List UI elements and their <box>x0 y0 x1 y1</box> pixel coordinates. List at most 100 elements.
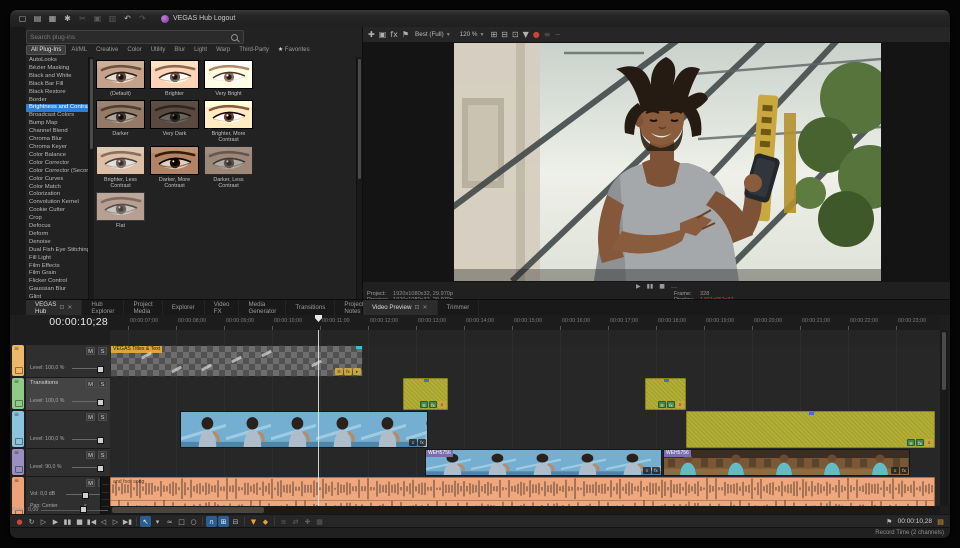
plugin-item-flicker-control[interactable]: Flicker Control <box>26 278 88 286</box>
redo-icon[interactable]: ↷ <box>136 13 149 25</box>
preview-transport-button-2[interactable]: ■ <box>659 283 665 290</box>
preset-item-brighter-more-contrast[interactable]: Brighter, More Contrast <box>204 100 256 143</box>
copy-icon[interactable]: ▣ <box>91 13 104 25</box>
track-lane-2[interactable] <box>110 378 940 412</box>
playhead-handle[interactable] <box>315 315 322 322</box>
loop-playback-button[interactable]: ↻ <box>26 516 37 527</box>
slider-handle[interactable] <box>97 399 104 406</box>
clip-badge-icon[interactable]: fx <box>344 368 352 375</box>
clip-badge-icon[interactable]: ≡ <box>925 439 933 446</box>
timeline-clip-4[interactable]: ≋fx≡ <box>686 411 935 448</box>
plugin-item-color-corrector[interactable]: Color Corrector <box>26 160 88 168</box>
plugin-item-chroma-keyer[interactable]: Chroma Keyer <box>26 144 88 152</box>
preset-item-darker-less-contrast[interactable]: Darker, Less Contrast <box>204 146 256 189</box>
plugin-item-colorization[interactable]: Colorization <box>26 191 88 199</box>
timeline-clip-7[interactable]: and foot song <box>110 477 935 506</box>
options-icon[interactable]: − <box>554 30 561 40</box>
preset-item-darker[interactable]: Darker <box>96 100 148 143</box>
timeline-clip-6[interactable]: WEH5756≡fx <box>663 449 910 476</box>
fx-tab-ai-ml[interactable]: AI/ML <box>67 46 91 54</box>
scrollbar-thumb[interactable] <box>112 507 264 513</box>
solo-button[interactable]: S <box>98 413 107 421</box>
dock-tab-trimmer[interactable]: Trimmer <box>438 300 480 315</box>
clip-badge-icon[interactable]: fx <box>652 467 660 474</box>
paste-icon[interactable]: ▥ <box>106 13 119 25</box>
track-level-slider[interactable] <box>72 467 104 468</box>
edit-tool-dropdown[interactable]: ▾ <box>152 516 163 527</box>
clip-badge-icon[interactable]: ≡ <box>643 467 651 474</box>
dock-close-icon[interactable]: ✕ <box>67 304 72 311</box>
fx-tab-warp[interactable]: Warp <box>212 46 234 54</box>
project-properties-icon[interactable]: ✱ <box>61 13 74 25</box>
clip-badge-icon[interactable]: fx <box>429 401 437 408</box>
external-monitor-icon[interactable]: ▣ <box>379 30 387 40</box>
clip-badge-icon[interactable]: fx <box>900 467 908 474</box>
plugin-item-deform[interactable]: Deform <box>26 231 88 239</box>
plugin-item-color-curves[interactable]: Color Curves <box>26 176 88 184</box>
solo-button[interactable]: S <box>98 347 107 355</box>
plugin-item-channel-blend[interactable]: Channel Blend <box>26 128 88 136</box>
mute-button[interactable]: M <box>86 347 95 355</box>
mute-button[interactable]: M <box>86 479 95 487</box>
crossfade-button[interactable]: ⇄ <box>290 516 301 527</box>
fx-tab-light[interactable]: Light <box>190 46 211 54</box>
preview-quality-dropdown[interactable]: Best (Full)▼ <box>412 31 454 38</box>
timeline-clip-0[interactable]: VEGAS Titles & Text≋fx▸ <box>110 345 363 377</box>
plugin-item-film-effects[interactable]: Film Effects <box>26 263 88 271</box>
plugin-item-gaussian-blur[interactable]: Gaussian Blur <box>26 286 88 294</box>
undo-icon[interactable]: ↶ <box>121 13 134 25</box>
fx-tab-creative[interactable]: Creative <box>92 46 122 54</box>
open-project-icon[interactable]: ▤ <box>31 13 44 25</box>
pause-button[interactable]: ▮▮ <box>62 516 73 527</box>
timeline-horizontal-scrollbar[interactable] <box>110 506 940 514</box>
slider-handle[interactable] <box>97 465 104 472</box>
plugin-item-film-grain[interactable]: Film Grain <box>26 270 88 278</box>
track-volume-slider[interactable] <box>66 494 102 495</box>
go-to-end-button[interactable]: ▶▮ <box>122 516 133 527</box>
clip-badge-icon[interactable]: ≡ <box>409 439 417 446</box>
timeline-lanes[interactable]: VEGAS Titles & Text≋fx▸≋fx≡≋fx≡≡fx≋fx≡WE… <box>110 330 940 506</box>
record-button[interactable]: ● <box>14 516 25 527</box>
plugin-item-border[interactable]: Border <box>26 97 88 105</box>
clip-badge-icon[interactable]: ▸ <box>353 368 361 375</box>
track-level-slider[interactable] <box>72 439 104 440</box>
detail-view-button[interactable]: ▦ <box>314 516 325 527</box>
clip-badge-icon[interactable]: ≡ <box>676 401 684 408</box>
dock-tab-media-generator[interactable]: Media Generator <box>239 300 286 315</box>
dock-tab-project-media[interactable]: Project Media <box>124 300 162 315</box>
dock-tab-explorer[interactable]: Explorer <box>163 300 205 315</box>
plugin-list-scrollbar[interactable] <box>88 57 94 300</box>
fx-tab-color[interactable]: Color <box>123 46 145 54</box>
plugin-item-black-and-white[interactable]: Black and White <box>26 73 88 81</box>
dock-tab-video-fx[interactable]: Video FX <box>205 300 240 315</box>
next-frame-button[interactable]: ▷ <box>110 516 121 527</box>
grid-overlay-icon[interactable]: ⊞ <box>490 30 497 40</box>
preset-item-very-bright[interactable]: Very Bright <box>204 60 256 97</box>
slider-handle[interactable] <box>97 437 104 444</box>
mute-button[interactable]: M <box>86 451 95 459</box>
insert-marker-button[interactable]: ▼ <box>248 516 259 527</box>
plugin-item-bump-map[interactable]: Bump Map <box>26 120 88 128</box>
save-snapshot-icon[interactable]: ▼ <box>523 30 529 40</box>
timeline-clip-1[interactable]: ≋fx≡ <box>403 378 448 410</box>
clip-badge-icon[interactable]: fx <box>916 439 924 446</box>
search-input[interactable] <box>27 34 231 41</box>
plugin-item-color-balance[interactable]: Color Balance <box>26 152 88 160</box>
mixer-button[interactable]: ≡ <box>278 516 289 527</box>
plugin-item-brightness-and-contrast[interactable]: Brightness and Contrast <box>26 104 88 112</box>
fx-tab-all-plug-ins[interactable]: All Plug-Ins <box>26 45 66 55</box>
plugin-item-fill-light[interactable]: Fill Light <box>26 255 88 263</box>
track-header-4[interactable]: MSLevel: 90,0 % <box>26 449 110 477</box>
dock-tab-hub-explorer[interactable]: Hub Explorer <box>82 300 124 315</box>
go-to-start-button[interactable]: ▮◀ <box>86 516 97 527</box>
cut-icon[interactable]: ✂ <box>76 13 89 25</box>
plugin-item-chroma-blur[interactable]: Chroma Blur <box>26 136 88 144</box>
solo-button[interactable]: S <box>98 380 107 388</box>
selection-edit-tool[interactable]: □ <box>176 516 187 527</box>
preset-grid-scrollbar[interactable] <box>356 57 362 300</box>
quantize-to-frames-button[interactable]: ⊞ <box>218 516 229 527</box>
playhead[interactable] <box>318 330 319 506</box>
dock-tab-vegas-hub[interactable]: VEGAS Hub⊡✕ <box>26 300 82 315</box>
previous-frame-button[interactable]: ◁ <box>98 516 109 527</box>
plugin-item-color-match[interactable]: Color Match <box>26 184 88 192</box>
